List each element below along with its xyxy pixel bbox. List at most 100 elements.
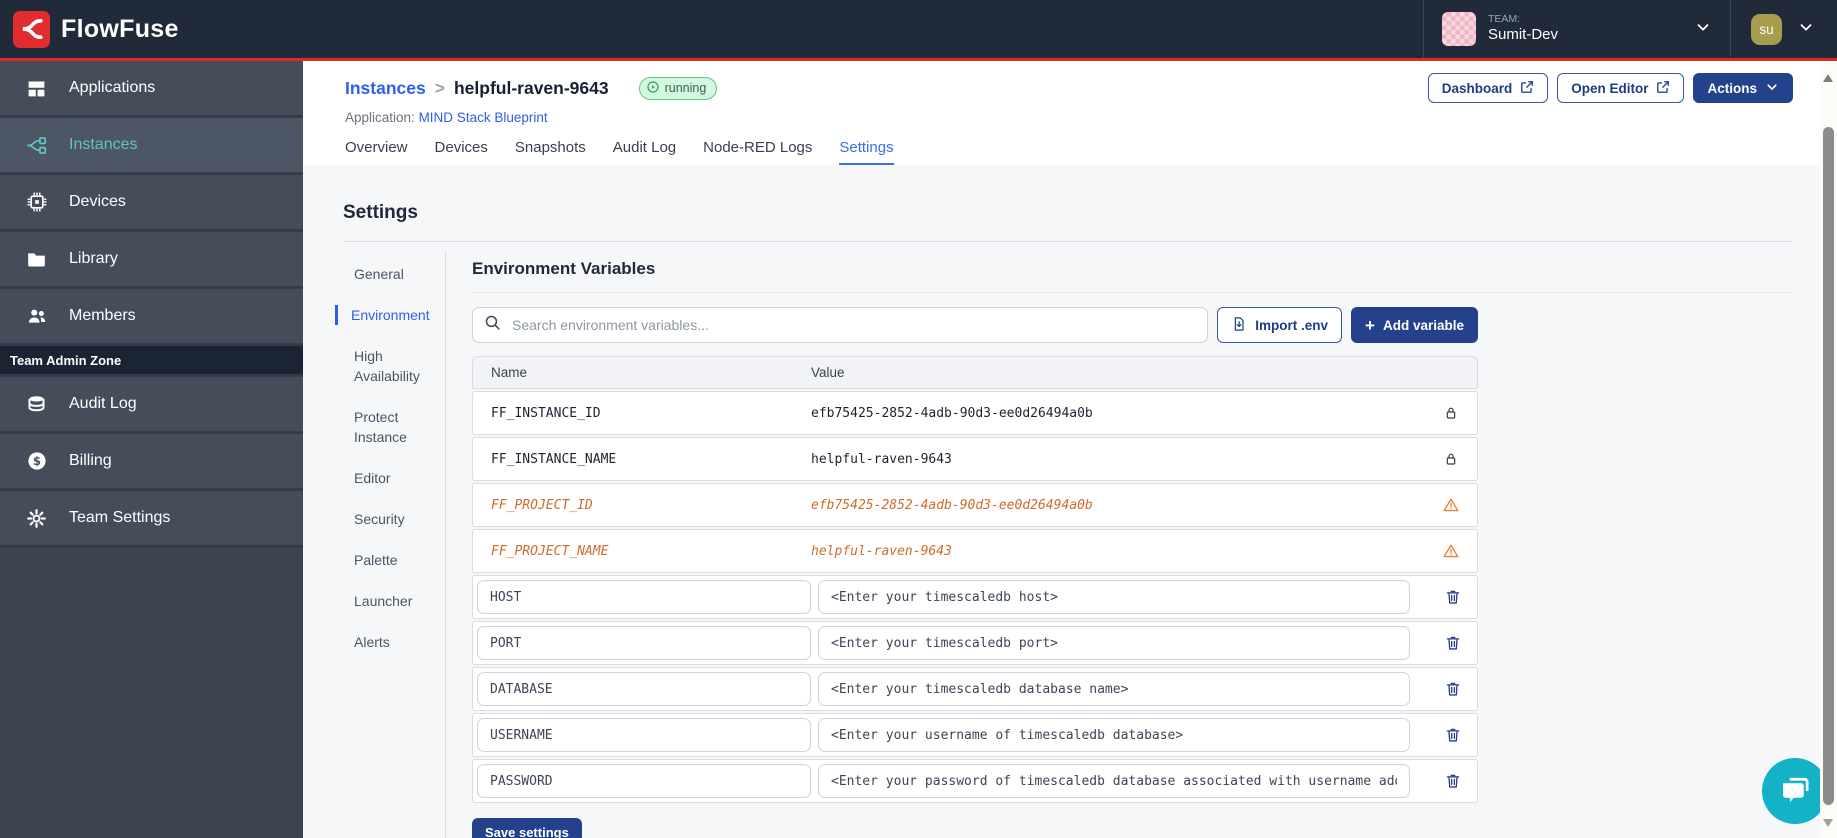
lock-icon	[1425, 451, 1477, 467]
audit-log-icon	[25, 394, 48, 415]
breadcrumb: Instances > helpful-raven-9643	[345, 78, 609, 99]
settings-nav-launcher[interactable]: Launcher	[335, 591, 445, 611]
top-navigation-bar: FlowFuse TEAM: Sumit-Dev su	[0, 0, 1837, 58]
env-name-input[interactable]	[477, 764, 811, 798]
env-row-editable	[472, 759, 1478, 803]
settings-nav-palette[interactable]: Palette	[335, 550, 445, 570]
env-name-input[interactable]	[477, 626, 811, 660]
main-area: Instances > helpful-raven-9643 running D…	[303, 61, 1820, 838]
env-value-input[interactable]	[818, 580, 1410, 614]
status-badge-label: running	[664, 81, 707, 95]
sidebar-item-label: Billing	[69, 452, 112, 469]
team-name: Sumit-Dev	[1488, 26, 1559, 44]
sidebar-item-audit-log[interactable]: Audit Log	[0, 377, 303, 434]
delete-variable-button[interactable]	[1444, 680, 1462, 698]
delete-variable-button[interactable]	[1444, 634, 1462, 652]
search-input[interactable]	[510, 316, 1197, 334]
dashboard-button[interactable]: Dashboard	[1427, 73, 1549, 103]
settings-nav-alerts[interactable]: Alerts	[335, 632, 445, 652]
dashboard-button-label: Dashboard	[1441, 80, 1513, 96]
import-env-button[interactable]: Import .env	[1217, 307, 1343, 343]
flowfuse-brand[interactable]: FlowFuse	[13, 10, 179, 48]
settings-nav-protect-instance[interactable]: Protect Instance	[335, 407, 445, 447]
sidebar-item-members[interactable]: Members	[0, 289, 303, 346]
tab-settings[interactable]: Settings	[839, 139, 894, 165]
env-row-locked: FF_INSTANCE_ID efb75425-2852-4adb-90d3-e…	[472, 391, 1478, 435]
application-line: Application: MIND Stack Blueprint	[345, 110, 1793, 125]
sidebar-item-library[interactable]: Library	[0, 232, 303, 289]
add-variable-button[interactable]: + Add variable	[1351, 307, 1478, 343]
instance-name: helpful-raven-9643	[453, 77, 609, 98]
table-header-row: Name Value	[472, 356, 1478, 389]
settings-nav-high-availability[interactable]: High Availability	[335, 346, 445, 386]
import-env-label: Import .env	[1255, 317, 1329, 333]
settings-nav-editor[interactable]: Editor	[335, 468, 445, 488]
team-admin-zone-label: Team Admin Zone	[0, 346, 303, 377]
column-header-value: Value	[811, 365, 845, 380]
env-name-input[interactable]	[477, 580, 811, 614]
env-toolbar: Import .env + Add variable	[472, 307, 1478, 343]
sidebar: Applications Instances Devices Library M…	[0, 61, 303, 838]
open-editor-button[interactable]: Open Editor	[1557, 73, 1685, 103]
env-name-input[interactable]	[477, 718, 811, 752]
tab-overview[interactable]: Overview	[345, 139, 408, 165]
settings-nav-security[interactable]: Security	[335, 509, 445, 529]
delete-variable-button[interactable]	[1444, 588, 1462, 606]
sidebar-item-label: Applications	[69, 79, 156, 96]
instance-tabs: Overview Devices Snapshots Audit Log Nod…	[345, 139, 894, 165]
env-row-warning: FF_PROJECT_NAME helpful-raven-9643	[472, 529, 1478, 573]
play-circle-icon	[646, 80, 660, 97]
delete-variable-button[interactable]	[1444, 772, 1462, 790]
env-var-value: efb75425-2852-4adb-90d3-ee0d26494a0b	[811, 405, 1093, 421]
application-link[interactable]: MIND Stack Blueprint	[419, 110, 548, 125]
team-selector[interactable]: TEAM: Sumit-Dev	[1424, 0, 1730, 58]
open-editor-button-label: Open Editor	[1571, 80, 1649, 96]
sidebar-item-billing[interactable]: $ Billing	[0, 434, 303, 491]
env-value-input[interactable]	[818, 718, 1410, 752]
breadcrumb-instances-link[interactable]: Instances	[345, 78, 426, 99]
save-settings-button[interactable]: Save settings	[472, 818, 582, 838]
actions-button[interactable]: Actions	[1693, 73, 1793, 103]
scroll-down-icon[interactable]	[1823, 819, 1833, 827]
warning-icon	[1425, 542, 1477, 560]
chat-widget-button[interactable]	[1762, 758, 1828, 824]
sidebar-item-instances[interactable]: Instances	[0, 118, 303, 175]
tab-audit-log[interactable]: Audit Log	[613, 139, 676, 165]
settings-nav-general[interactable]: General	[335, 264, 445, 284]
external-link-icon	[1656, 80, 1670, 97]
env-row-warning: FF_PROJECT_ID efb75425-2852-4adb-90d3-ee…	[472, 483, 1478, 527]
settings-content: Settings General Environment High Availa…	[303, 165, 1820, 838]
sidebar-item-label: Library	[69, 250, 118, 267]
team-avatar	[1442, 12, 1476, 46]
sidebar-item-label: Team Settings	[69, 509, 171, 526]
env-value-input[interactable]	[818, 672, 1410, 706]
scroll-up-icon[interactable]	[1823, 74, 1833, 82]
environment-variables-section: Environment Variables Search environment…	[472, 242, 1793, 838]
env-value-input[interactable]	[818, 764, 1410, 798]
sidebar-item-devices[interactable]: Devices	[0, 175, 303, 232]
env-name-input[interactable]	[477, 672, 811, 706]
plus-icon: +	[1365, 315, 1375, 335]
env-var-value: efb75425-2852-4adb-90d3-ee0d26494a0b	[811, 497, 1093, 513]
sidebar-item-label: Instances	[69, 136, 138, 153]
env-row-locked: FF_INSTANCE_NAME helpful-raven-9643	[472, 437, 1478, 481]
env-variables-table: Name Value FF_INSTANCE_ID efb75425-2852-…	[472, 356, 1478, 803]
tab-snapshots[interactable]: Snapshots	[515, 139, 586, 165]
env-var-name: FF_PROJECT_ID	[491, 497, 593, 513]
user-menu[interactable]: su	[1731, 13, 1823, 45]
env-row-editable	[472, 621, 1478, 665]
delete-variable-button[interactable]	[1444, 726, 1462, 744]
scrollbar[interactable]	[1820, 61, 1837, 838]
scrollbar-thumb[interactable]	[1823, 127, 1834, 805]
instances-icon	[25, 134, 48, 157]
sidebar-item-team-settings[interactable]: Team Settings	[0, 491, 303, 548]
instance-header: Instances > helpful-raven-9643 running D…	[303, 61, 1820, 165]
tab-node-red-logs[interactable]: Node-RED Logs	[703, 139, 812, 165]
settings-nav-environment[interactable]: Environment	[335, 305, 445, 325]
env-value-input[interactable]	[818, 626, 1410, 660]
team-label: TEAM:	[1488, 13, 1521, 26]
flowfuse-logo-icon	[13, 10, 50, 48]
tab-devices[interactable]: Devices	[435, 139, 488, 165]
sidebar-item-applications[interactable]: Applications	[0, 61, 303, 118]
applications-icon	[25, 78, 48, 99]
